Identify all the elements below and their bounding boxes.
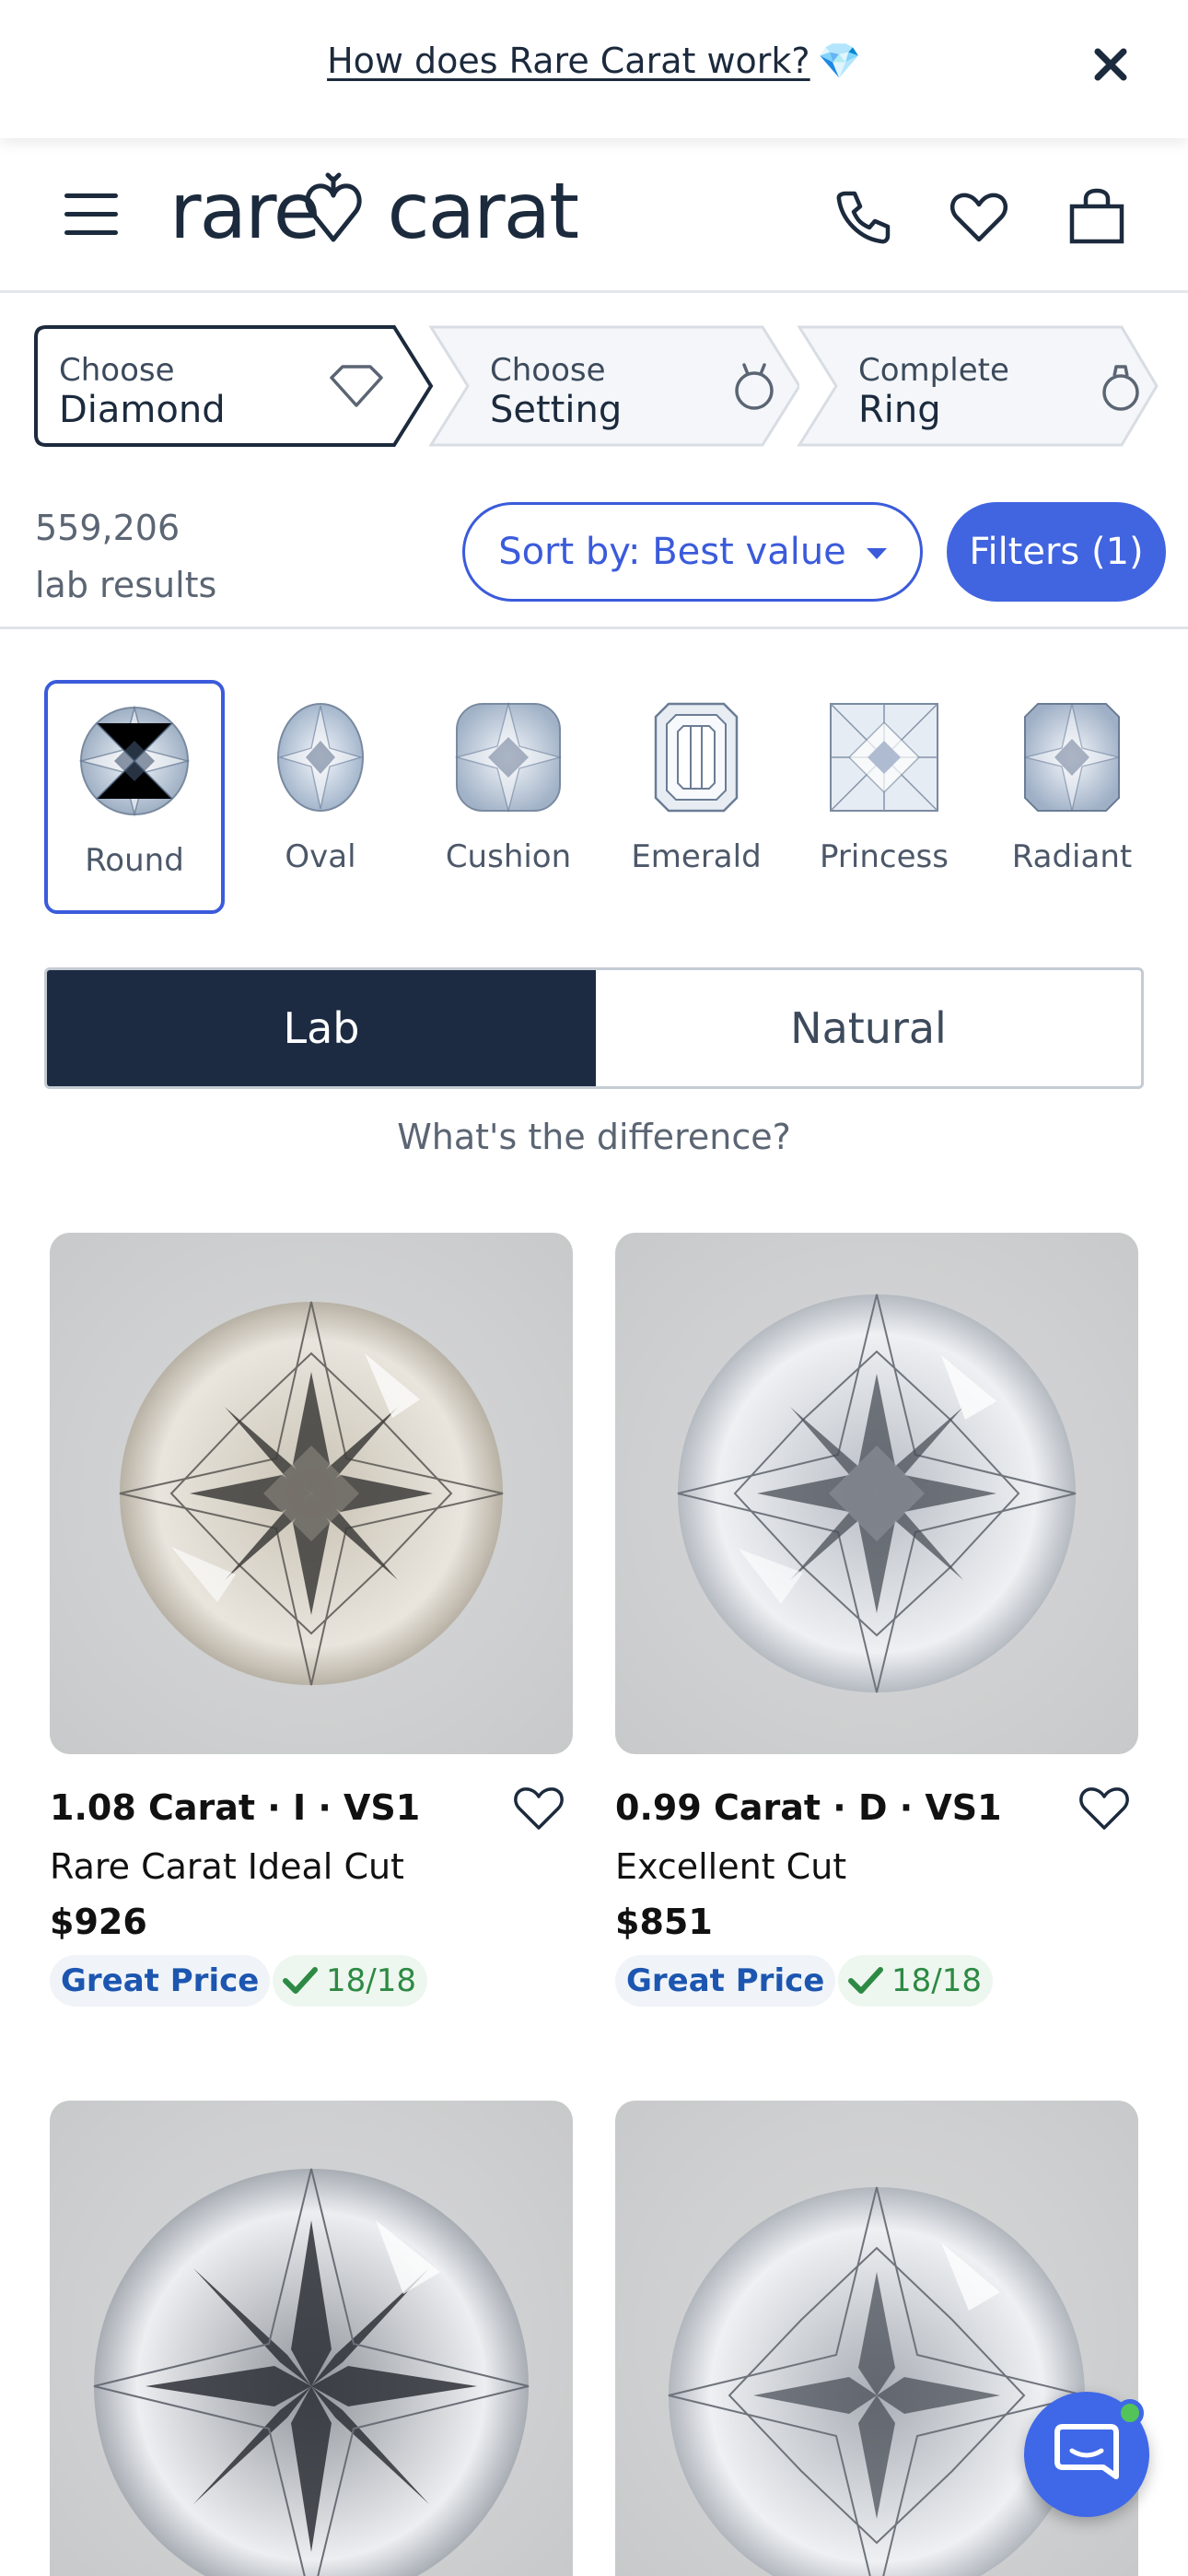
shape-label: Princess: [820, 838, 949, 875]
favorite-heart-icon[interactable]: [512, 1784, 565, 1832]
check-icon: [283, 1967, 318, 1994]
product-title[interactable]: 1.08 Carat · I · VS1: [50, 1787, 420, 1828]
diamond-outline-icon: [330, 365, 383, 407]
results-label: lab results: [35, 565, 217, 605]
princess-diamond-icon: [830, 703, 938, 812]
results-number: 559,206: [35, 508, 181, 548]
filters-button[interactable]: Filters (1): [947, 502, 1166, 602]
step-choose-setting[interactable]: Choose Setting: [394, 324, 799, 448]
diamond-photo: [668, 2186, 1086, 2576]
natural-label: Natural: [790, 1003, 947, 1053]
product-card[interactable]: 0.99 Carat · D · VS1 Excellent Cut $851 …: [615, 1233, 1138, 2007]
shape-label: Round: [85, 842, 184, 879]
shape-label: Emerald: [631, 838, 762, 875]
score-text: 18/18: [326, 1962, 416, 1999]
site-header: rare carat: [0, 138, 1188, 293]
results-count: 559,206 lab results: [35, 499, 216, 614]
shape-round[interactable]: Round: [44, 680, 225, 914]
shape-radiant[interactable]: Radiant: [982, 680, 1162, 914]
ring-icon: [1102, 365, 1139, 411]
diamond-image[interactable]: [50, 2101, 573, 2576]
score-text: 18/18: [891, 1962, 982, 1999]
bag-icon[interactable]: [1066, 186, 1127, 247]
shape-label: Cushion: [445, 838, 572, 875]
step-small-label: Choose: [490, 352, 606, 389]
heart-icon[interactable]: [949, 186, 1009, 247]
announcement-banner: How does Rare Carat work? 💎: [0, 0, 1188, 138]
origin-toggle: Lab Natural: [44, 967, 1144, 1089]
oval-diamond-icon: [277, 703, 364, 812]
chat-icon: [1054, 2424, 1119, 2479]
radiant-diamond-icon: [1024, 703, 1120, 812]
step-big-label: Setting: [490, 389, 623, 431]
favorite-heart-icon[interactable]: [1077, 1784, 1131, 1832]
phone-icon[interactable]: [833, 186, 893, 247]
sort-label: Sort by: Best value: [498, 531, 846, 573]
product-title[interactable]: 0.99 Carat · D · VS1: [615, 1787, 1002, 1828]
diamond-photo: [677, 1294, 1077, 1693]
shape-label: Oval: [285, 838, 356, 875]
lab-toggle-button[interactable]: Lab: [47, 970, 596, 1086]
logo-heart-icon: [305, 172, 362, 242]
step-big-label: Diamond: [59, 389, 226, 431]
shape-cushion[interactable]: Cushion: [418, 680, 599, 914]
menu-icon[interactable]: [64, 193, 118, 236]
diamond-image[interactable]: [50, 1233, 573, 1754]
filters-label: Filters (1): [969, 531, 1144, 573]
shape-princess[interactable]: Princess: [794, 680, 974, 914]
product-card[interactable]: 1.08 Carat · I · VS1 Rare Carat Ideal Cu…: [50, 1233, 573, 2007]
step-small-label: Complete: [858, 352, 1009, 389]
product-card[interactable]: [50, 2101, 573, 2576]
caret-down-icon: [866, 548, 887, 559]
round-diamond-icon: [78, 705, 191, 817]
diamond-photo: [119, 1301, 504, 1686]
sort-dropdown[interactable]: Sort by: Best value: [462, 502, 923, 602]
check-icon: [848, 1967, 883, 1994]
emerald-diamond-icon: [654, 702, 739, 813]
diamond-image[interactable]: [615, 1233, 1138, 1754]
how-it-works-text[interactable]: How does Rare Carat work?: [327, 41, 810, 81]
step-small-label: Choose: [59, 352, 175, 389]
logo-text: rare carat: [169, 166, 579, 256]
great-price-badge: Great Price: [50, 1955, 271, 2007]
natural-toggle-button[interactable]: Natural: [596, 970, 1141, 1086]
build-ring-steps: Choose Diamond Choose Setting Complete R…: [33, 324, 1159, 448]
lab-label: Lab: [283, 1003, 360, 1053]
great-price-badge: Great Price: [615, 1955, 836, 2007]
step-big-label: Ring: [858, 389, 941, 431]
shape-oval[interactable]: Oval: [230, 680, 411, 914]
score-badge: 18/18: [273, 1955, 427, 2007]
site-logo[interactable]: rare carat: [169, 166, 579, 256]
cushion-diamond-icon: [454, 701, 563, 814]
diamond-photo: [93, 2168, 530, 2576]
product-price: $926: [50, 1902, 147, 1942]
close-icon[interactable]: [1089, 42, 1133, 87]
product-price: $851: [615, 1902, 713, 1942]
difference-link[interactable]: What's the difference?: [0, 1117, 1188, 1157]
gem-icon: 💎: [817, 41, 861, 81]
step-choose-diamond[interactable]: Choose Diamond: [33, 324, 438, 448]
score-badge: 18/18: [838, 1955, 993, 2007]
shape-label: Radiant: [1011, 838, 1133, 875]
product-cut: Rare Carat Ideal Cut: [50, 1846, 404, 1887]
how-it-works-link[interactable]: How does Rare Carat work? 💎: [0, 41, 1188, 82]
shape-emerald[interactable]: Emerald: [606, 680, 786, 914]
divider: [0, 626, 1188, 629]
online-status-dot: [1116, 2399, 1144, 2427]
product-cut: Excellent Cut: [615, 1846, 847, 1887]
step-complete-ring[interactable]: Complete Ring: [763, 324, 1159, 448]
